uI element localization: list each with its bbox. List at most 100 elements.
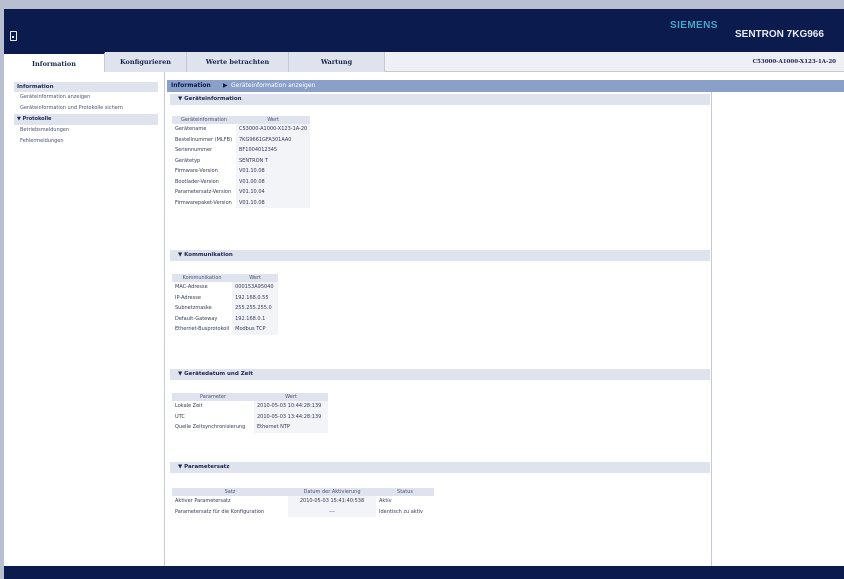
breadcrumb-root[interactable]: Information [171, 82, 211, 89]
row-value: V01.10.08 [236, 166, 311, 177]
table-row: MAC-Adresse 000153A95040 [172, 282, 279, 293]
main-tabs: Information Konfigurieren Werte betracht… [4, 52, 844, 72]
table-row: Bootlader-Version V01.00.08 [172, 176, 311, 187]
tab-konfigurieren[interactable]: Konfigurieren [105, 52, 187, 72]
order-number: C53000-A1000-X123-1A-20 [752, 59, 836, 65]
section-datetime[interactable]: ▼ Gerätedatum und Zeit [170, 369, 710, 380]
table-row: Lokale Zeit 2010-05-03 10:44:28:139 [172, 401, 328, 412]
row-label: Lokale Zeit [175, 403, 203, 410]
table-row: Firmwarepaket-Version V01.10.08 [172, 197, 311, 208]
sidebar-item-error-messages[interactable]: Fehlermeldungen [14, 136, 158, 147]
sidebar-heading: Information [14, 82, 158, 92]
device-icon [10, 31, 17, 41]
communication-table: Kommunikation Wert MAC-Adresse 000153A950… [172, 274, 279, 335]
row-value: V01.10.08 [236, 197, 311, 208]
tab-information[interactable]: Information [4, 52, 105, 72]
section-device-info[interactable]: ▼ Geräteinformation [170, 94, 710, 105]
product-name: SENTRON 7KG966 [735, 29, 824, 40]
row-label: Ethernet-Busprotokoll [175, 326, 230, 333]
column-header: Geräteinformation [172, 116, 236, 124]
sidebar-divider [164, 72, 165, 566]
row-value: 000153A95040 [232, 282, 279, 293]
column-header: Datum der Aktivierung [288, 488, 376, 496]
datetime-table: Parameter Wert Lokale Zeit 2010-05-03 10:… [172, 393, 328, 433]
section-title: ▼ Gerätedatum und Zeit [178, 371, 253, 377]
row-value: Ethernet NTP [254, 422, 328, 433]
row-value: 2010-05-03 10:44:28:139 [254, 401, 328, 412]
row-label: MAC-Adresse [175, 284, 208, 291]
row-label: Default-Gateway [175, 315, 218, 322]
column-header: Wert [254, 393, 328, 401]
table-row: Default-Gateway 192.168.0.1 [172, 313, 279, 324]
column-header: Parameter [172, 393, 254, 401]
bottom-bar [4, 566, 844, 579]
table-row: Aktiver Parametersatz 2010-05-03 15:41:4… [172, 496, 434, 507]
row-value: 2010-05-03 13:44:28:139 [254, 411, 328, 422]
table-row: Quelle Zeitsynchronisierung Ethernet NTP [172, 422, 328, 433]
device-info-table: Geräteinformation Wert Gerätename C53000-… [172, 116, 311, 208]
row-value: 255.255.255.0 [232, 303, 279, 314]
row-date: --- [288, 506, 376, 517]
sidebar-item-save-info[interactable]: Geräteinformation und Protokolle sichern [14, 103, 158, 114]
row-value: BF1004012345 [236, 145, 311, 156]
breadcrumb: Information ▶ Geräteinformation anzeigen [167, 80, 711, 92]
section-title: ▼ Geräteinformation [178, 96, 242, 102]
row-label: Firmware-Version [175, 168, 218, 175]
row-label: UTC [175, 413, 185, 420]
row-label: Aktiver Parametersatz [175, 498, 231, 505]
row-label: Bootlader-Version [175, 178, 219, 185]
app-window: SIEMENS SENTRON 7KG966 Information Konfi… [4, 9, 844, 579]
row-label: Quelle Zeitsynchronisierung [175, 424, 246, 431]
table-row: Ethernet-Busprotokoll Modbus TCP [172, 324, 279, 335]
paramset-table: Satz Datum der Aktivierung Status Aktive… [172, 488, 434, 517]
section-title: ▼ Kommunikation [178, 252, 233, 258]
row-value: C53000-A1000-X123-1A-20 [236, 124, 311, 135]
section-paramset[interactable]: ▼ Parametersatz [170, 462, 710, 473]
row-label: Subnetzmaske [175, 305, 212, 312]
column-header: Kommunikation [172, 274, 233, 282]
column-header: Satz [172, 488, 288, 496]
right-panel-header [711, 80, 844, 92]
row-label: Gerätetyp [175, 157, 201, 164]
row-label: Parametersatz für die Konfiguration [175, 508, 265, 515]
sidebar: Information Geräteinformation anzeigen G… [14, 82, 158, 147]
top-bar: SIEMENS SENTRON 7KG966 [4, 9, 844, 52]
row-value: Modbus TCP [232, 324, 279, 335]
sidebar-item-protocols[interactable]: ▼ Protokolle [14, 114, 158, 125]
row-label: Gerätename [175, 126, 207, 133]
table-row: IP-Adresse 192.168.0.55 [172, 292, 279, 303]
row-value: 192.168.0.55 [232, 292, 279, 303]
tab-wartung[interactable]: Wartung [289, 52, 385, 72]
row-label: Parametersatz-Version [175, 189, 232, 196]
table-row: Parametersatz-Version V01.10.04 [172, 187, 311, 198]
column-header: Status [376, 488, 434, 496]
sidebar-item-show-info[interactable]: Geräteinformation anzeigen [14, 92, 158, 103]
table-row: Gerätename C53000-A1000-X123-1A-20 [172, 124, 311, 135]
column-header: Wert [232, 274, 279, 282]
table-row: Gerätetyp SENTRON T [172, 155, 311, 166]
right-panel-divider [711, 92, 712, 566]
section-communication[interactable]: ▼ Kommunikation [170, 250, 710, 261]
row-label: IP-Adresse [175, 294, 201, 301]
row-value: V01.00.08 [236, 176, 311, 187]
row-label: Seriennummer [175, 147, 213, 154]
breadcrumb-arrow-icon: ▶ [223, 82, 228, 89]
brand-logo: SIEMENS [670, 20, 718, 31]
row-status: Identisch zu aktiv [379, 508, 424, 515]
tab-werte-betrachten[interactable]: Werte betrachten [187, 52, 289, 72]
table-row: UTC 2010-05-03 13:44:28:139 [172, 411, 328, 422]
row-label: Bestellnummer (MLFB) [175, 136, 233, 143]
row-value: 192.168.0.1 [232, 313, 279, 324]
row-date: 2010-05-03 15:41:40:538 [288, 496, 376, 507]
table-row: Bestellnummer (MLFB) 7KG9661GFA301AA0 [172, 134, 311, 145]
table-row: Subnetzmaske 255.255.255.0 [172, 303, 279, 314]
sidebar-item-operation-messages[interactable]: Betriebsmeldungen [14, 125, 158, 136]
table-row: Parametersatz für die Konfiguration --- … [172, 506, 434, 517]
row-value: V01.10.04 [236, 187, 311, 198]
breadcrumb-current: Geräteinformation anzeigen [231, 82, 316, 89]
table-row: Firmware-Version V01.10.08 [172, 166, 311, 177]
column-header: Wert [236, 116, 311, 124]
row-value: 7KG9661GFA301AA0 [236, 134, 311, 145]
row-status: Aktiv [379, 498, 392, 505]
section-title: ▼ Parametersatz [178, 464, 230, 470]
